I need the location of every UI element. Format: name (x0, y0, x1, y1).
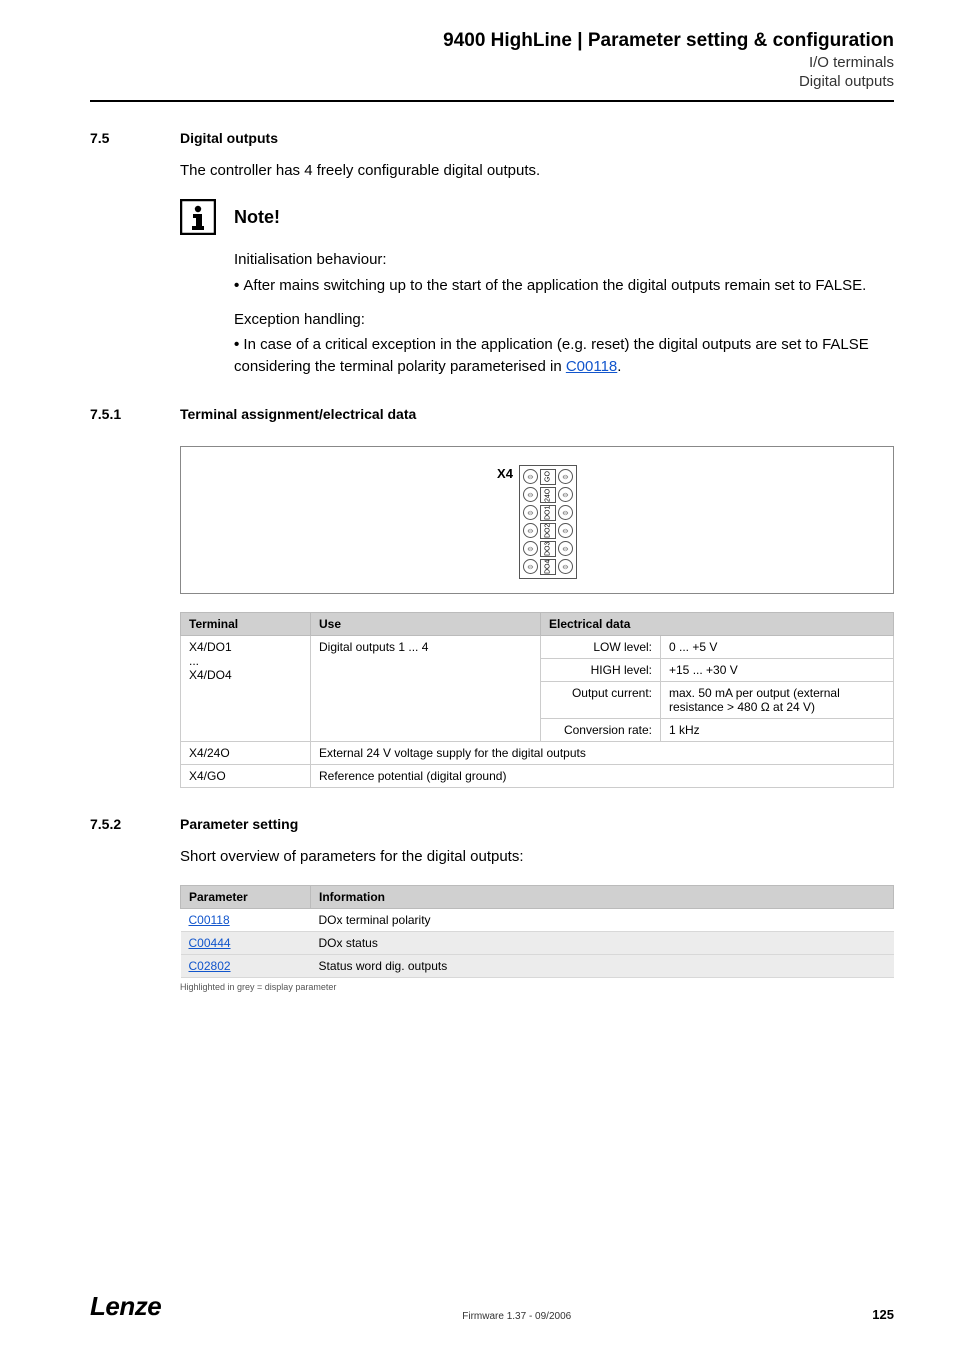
section-intro-752: Short overview of parameters for the dig… (180, 846, 894, 867)
th-information: Information (311, 885, 894, 908)
header-sub1: I/O terminals (90, 54, 894, 71)
note-b2-tail: . (617, 358, 621, 375)
screw-icon: ⦵ (558, 469, 573, 484)
td-terminal-do: X4/DO1 ... X4/DO4 (181, 635, 311, 741)
page-footer: Lenze Firmware 1.37 - 09/2006 125 (90, 1291, 894, 1322)
section-title: Parameter setting (180, 816, 298, 832)
note-body: Initialisation behaviour: After mains sw… (234, 249, 894, 378)
table-footnote: Highlighted in grey = display parameter (180, 982, 894, 992)
td-info: DOx status (311, 931, 894, 954)
section-number: 7.5.1 (90, 406, 180, 422)
pin-label: DO1 (540, 505, 556, 521)
td-terminal-go: X4/GO (181, 764, 311, 787)
screw-icon: ⦵ (523, 541, 538, 556)
note-p2: Exception handling: (234, 309, 894, 331)
td-info: DOx terminal polarity (311, 908, 894, 931)
th-terminal: Terminal (181, 612, 311, 635)
note-bullet-2: In case of a critical exception in the a… (234, 334, 894, 378)
firmware-text: Firmware 1.37 - 09/2006 (462, 1311, 571, 1322)
link-c00118[interactable]: C00118 (566, 358, 617, 375)
parameter-table: Parameter Information C00118 DOx termina… (180, 885, 894, 978)
screw-icon: ⦵ (558, 559, 573, 574)
section-title: Terminal assignment/electrical data (180, 406, 416, 422)
section-number: 7.5.2 (90, 816, 180, 832)
screw-icon: ⦵ (558, 541, 573, 556)
table-row: C00444 DOx status (181, 931, 894, 954)
screw-icon: ⦵ (523, 469, 538, 484)
section-number: 7.5 (90, 130, 180, 146)
th-use: Use (311, 612, 541, 635)
screw-icon: ⦵ (523, 487, 538, 502)
table-row: C00118 DOx terminal polarity (181, 908, 894, 931)
section-7-5: 7.5 Digital outputs (90, 130, 894, 146)
pin-label: DO3 (540, 541, 556, 557)
td-use-do: Digital outputs 1 ... 4 (311, 635, 541, 741)
td-low-key: LOW level: (541, 635, 661, 658)
td-terminal-24o: X4/24O (181, 741, 311, 764)
screw-icon: ⦵ (523, 505, 538, 520)
td-use-go: Reference potential (digital ground) (311, 764, 894, 787)
th-parameter: Parameter (181, 885, 311, 908)
header-title: 9400 HighLine | Parameter setting & conf… (90, 30, 894, 52)
pin-label: DO4 (540, 559, 556, 575)
th-electrical: Electrical data (541, 612, 894, 635)
note-label: Note! (234, 207, 280, 228)
screw-icon: ⦵ (558, 505, 573, 520)
screw-icon: ⦵ (558, 487, 573, 502)
page-header: 9400 HighLine | Parameter setting & conf… (90, 30, 894, 90)
link-c02802[interactable]: C02802 (189, 959, 231, 973)
section-intro: The controller has 4 freely configurable… (180, 160, 894, 181)
section-7-5-2: 7.5.2 Parameter setting (90, 816, 894, 832)
td-conv-val: 1 kHz (661, 718, 894, 741)
screw-icon: ⦵ (523, 523, 538, 538)
section-title: Digital outputs (180, 130, 278, 146)
td-info: Status word dig. outputs (311, 954, 894, 977)
td-low-val: 0 ... +5 V (661, 635, 894, 658)
note-bullet-1: After mains switching up to the start of… (234, 275, 894, 297)
pin-label: DO2 (540, 523, 556, 539)
note-b2-text: In case of a critical exception in the a… (234, 336, 869, 375)
note-block: Note! Initialisation behaviour: After ma… (180, 199, 894, 378)
td-conv-key: Conversion rate: (541, 718, 661, 741)
link-c00118-row[interactable]: C00118 (189, 913, 230, 927)
td-use-24o: External 24 V voltage supply for the dig… (311, 741, 894, 764)
pin-label: 24O (540, 487, 556, 503)
terminal-figure: X4 ⦵GO⦵ ⦵24O⦵ ⦵DO1⦵ ⦵DO2⦵ ⦵DO3⦵ ⦵DO4⦵ (180, 446, 894, 594)
td-outcur-key: Output current: (541, 681, 661, 718)
note-p1: Initialisation behaviour: (234, 249, 894, 271)
page-number: 125 (872, 1307, 894, 1322)
screw-icon: ⦵ (523, 559, 538, 574)
td-high-val: +15 ... +30 V (661, 658, 894, 681)
info-icon (180, 199, 216, 235)
screw-icon: ⦵ (558, 523, 573, 538)
x4-label: X4 (497, 466, 513, 481)
link-c00444[interactable]: C00444 (189, 936, 231, 950)
pin-label: GO (540, 469, 556, 485)
x4-connector: ⦵GO⦵ ⦵24O⦵ ⦵DO1⦵ ⦵DO2⦵ ⦵DO3⦵ ⦵DO4⦵ (519, 465, 577, 579)
electrical-data-table: Terminal Use Electrical data X4/DO1 ... … (180, 612, 894, 788)
td-outcur-val: max. 50 mA per output (external resistan… (661, 681, 894, 718)
td-high-key: HIGH level: (541, 658, 661, 681)
header-divider (90, 100, 894, 102)
table-row: C02802 Status word dig. outputs (181, 954, 894, 977)
brand-logo: Lenze (90, 1291, 161, 1322)
header-sub2: Digital outputs (90, 73, 894, 90)
section-7-5-1: 7.5.1 Terminal assignment/electrical dat… (90, 406, 894, 422)
